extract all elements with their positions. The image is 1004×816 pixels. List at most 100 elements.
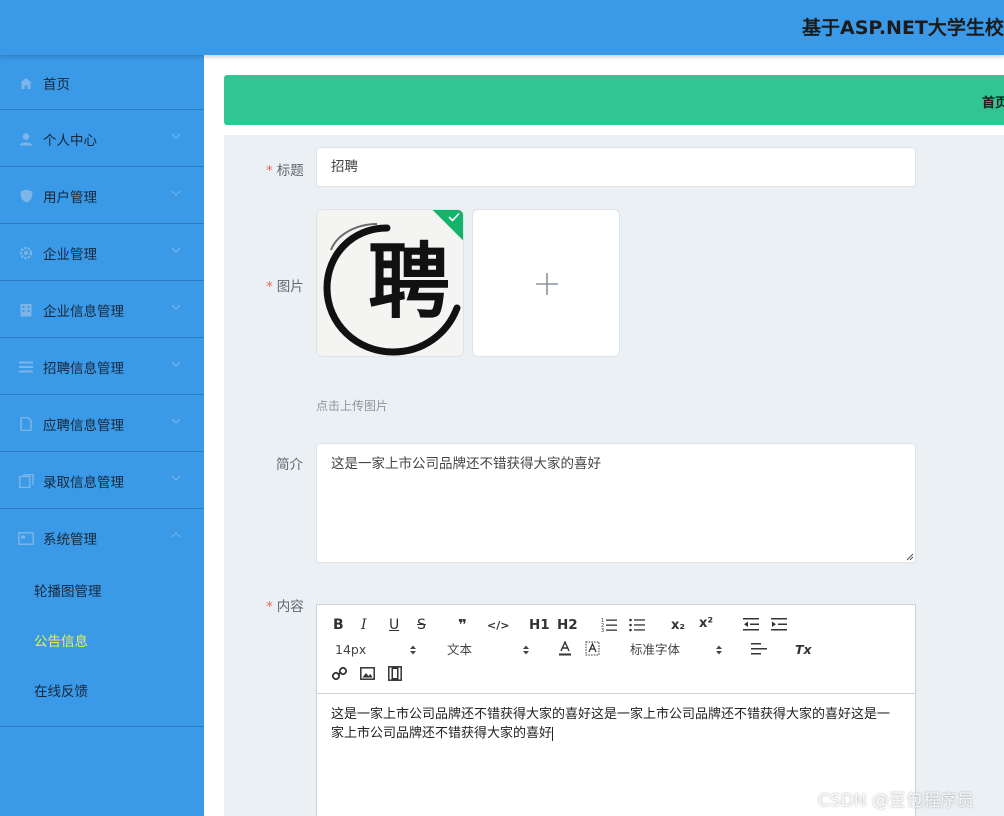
ordered-list-icon[interactable]: 123 xyxy=(601,617,617,632)
sidebar-item-label: 应聘信息管理 xyxy=(43,418,124,434)
editor-content-area[interactable]: 这是一家上市公司品牌还不错获得大家的喜好这是一家上市公司品牌还不错获得大家的喜好… xyxy=(331,705,901,743)
chevron-down-icon xyxy=(171,304,181,310)
system-submenu: 轮播图管理 公告信息 在线反馈 xyxy=(0,566,204,727)
chevron-down-icon xyxy=(171,190,181,196)
sidebar-item-application-info[interactable]: 应聘信息管理 xyxy=(0,395,204,452)
chevron-down-icon xyxy=(171,418,181,424)
select-arrows-icon xyxy=(716,645,722,655)
chevron-down-icon xyxy=(171,361,181,367)
sidebar-item-enterprise-management[interactable]: 企业管理 xyxy=(0,224,204,281)
chevron-down-icon xyxy=(171,247,181,253)
strike-button[interactable]: S xyxy=(417,617,426,633)
sidebar-item-label: 企业管理 xyxy=(43,247,97,263)
sidebar-subitem-label: 在线反馈 xyxy=(34,684,88,700)
app-title: 基于ASP.NET大学生校 xyxy=(802,17,1004,39)
recruit-logo-image: 聘 xyxy=(323,223,461,356)
sidebar-item-label: 企业信息管理 xyxy=(43,304,124,320)
text-caret xyxy=(552,726,554,741)
user-icon xyxy=(18,131,34,147)
required-mark: * xyxy=(266,163,273,179)
upload-image-button[interactable] xyxy=(472,209,620,357)
rich-text-editor: B I U S ❞ </> H1 H2 123 x₂ x² 14px 文本 标准… xyxy=(316,604,916,816)
uploaded-image-thumbnail[interactable]: 聘 xyxy=(316,209,464,357)
indent-icon[interactable] xyxy=(771,618,787,631)
main-content: 首页 * 标题 招聘 * 图片 聘 点击上传图片 简介 这是一家上市公司品牌还不错获… xyxy=(204,55,1004,816)
blockquote-button[interactable]: ❞ xyxy=(458,617,467,633)
gear-icon xyxy=(18,245,34,261)
bold-button[interactable]: B xyxy=(333,617,344,633)
sidebar-item-admission-info[interactable]: 录取信息管理 xyxy=(0,452,204,509)
upload-hint: 点击上传图片 xyxy=(316,399,389,413)
select-arrows-icon xyxy=(410,645,416,655)
outdent-icon[interactable] xyxy=(743,618,759,631)
chevron-up-icon xyxy=(171,532,181,538)
check-icon xyxy=(448,212,460,222)
link-icon[interactable] xyxy=(332,666,347,681)
sidebar-item-label: 录取信息管理 xyxy=(43,475,124,491)
image-icon[interactable] xyxy=(360,667,375,680)
shield-icon xyxy=(18,188,34,204)
building-icon xyxy=(18,302,34,318)
font-size-select[interactable]: 14px xyxy=(335,642,366,658)
bullet-list-icon[interactable] xyxy=(629,617,645,632)
select-arrows-icon xyxy=(523,645,529,655)
editor-toolbar: B I U S ❞ </> H1 H2 123 x₂ x² 14px 文本 标准… xyxy=(317,605,915,694)
monitor-icon xyxy=(18,530,34,546)
code-block-button[interactable]: </> xyxy=(487,618,509,634)
font-color-icon[interactable] xyxy=(558,641,572,656)
sidebar-item-enterprise-info[interactable]: 企业信息管理 xyxy=(0,281,204,338)
title-input[interactable]: 招聘 xyxy=(316,147,916,187)
csdn-watermark: CSDN @豆包程序员 xyxy=(818,791,974,811)
text-type-select[interactable]: 文本 xyxy=(447,642,472,658)
document-icon xyxy=(18,416,34,432)
content-field-label: * 内容 xyxy=(266,599,304,615)
underline-button[interactable]: U xyxy=(389,617,399,633)
intro-textarea[interactable]: 这是一家上市公司品牌还不错获得大家的喜好 xyxy=(316,443,916,563)
svg-text:聘: 聘 xyxy=(368,234,450,330)
sidebar: 首页 个人中心 用户管理 企业管理 企业信息管理 招聘信息管理 应聘信息管理 录… xyxy=(0,55,204,816)
top-header: 基于ASP.NET大学生校 xyxy=(0,0,1004,55)
subscript-button[interactable]: x₂ xyxy=(671,618,685,634)
breadcrumb-home-link[interactable]: 首页 xyxy=(982,92,1004,111)
breadcrumb: 首页 xyxy=(224,75,1004,125)
sidebar-subitem-label: 轮播图管理 xyxy=(34,584,102,600)
sidebar-item-system-management[interactable]: 系统管理 xyxy=(0,509,204,566)
sidebar-item-personal-center[interactable]: 个人中心 xyxy=(0,110,204,167)
sidebar-item-user-management[interactable]: 用户管理 xyxy=(0,167,204,224)
heading-2-button[interactable]: H2 xyxy=(557,617,578,633)
image-field-label: * 图片 xyxy=(266,279,304,295)
sidebar-subitem-carousel[interactable]: 轮播图管理 xyxy=(0,566,204,616)
home-icon xyxy=(18,75,34,91)
sidebar-subitem-feedback[interactable]: 在线反馈 xyxy=(0,666,204,716)
background-color-icon[interactable] xyxy=(585,641,600,656)
heading-1-button[interactable]: H1 xyxy=(529,617,550,633)
font-family-select[interactable]: 标准字体 xyxy=(630,642,680,658)
intro-field-label: 简介 xyxy=(276,457,303,473)
editor-content-text: 这是一家上市公司品牌还不错获得大家的喜好这是一家上市公司品牌还不错获得大家的喜好… xyxy=(331,707,891,741)
chevron-down-icon xyxy=(171,475,181,481)
sidebar-item-label: 招聘信息管理 xyxy=(43,361,124,377)
clear-format-button[interactable]: Tx xyxy=(795,642,812,658)
sidebar-item-home[interactable]: 首页 xyxy=(0,55,204,110)
chevron-down-icon xyxy=(171,133,181,139)
edit-form: * 标题 招聘 * 图片 聘 点击上传图片 简介 这是一家上市公司品牌还不错获得大家… xyxy=(224,135,1004,816)
sidebar-subitem-label: 公告信息 xyxy=(34,634,88,650)
list-icon xyxy=(18,359,34,375)
align-left-icon[interactable] xyxy=(751,643,767,655)
files-icon xyxy=(18,473,34,489)
italic-button[interactable]: I xyxy=(361,617,367,633)
resize-grip-icon[interactable] xyxy=(904,551,914,561)
required-mark: * xyxy=(266,599,273,615)
svg-text:3: 3 xyxy=(601,628,604,632)
sidebar-item-label: 个人中心 xyxy=(43,133,97,149)
video-icon[interactable] xyxy=(388,666,402,681)
sidebar-item-label: 用户管理 xyxy=(43,190,97,206)
sidebar-item-label: 首页 xyxy=(43,77,70,93)
required-mark: * xyxy=(266,279,273,295)
plus-icon xyxy=(536,273,558,295)
title-field-label: * 标题 xyxy=(266,163,304,179)
superscript-button[interactable]: x² xyxy=(699,616,713,632)
sidebar-item-recruitment-info[interactable]: 招聘信息管理 xyxy=(0,338,204,395)
sidebar-subitem-announcements[interactable]: 公告信息 xyxy=(0,616,204,666)
sidebar-item-label: 系统管理 xyxy=(43,532,97,548)
